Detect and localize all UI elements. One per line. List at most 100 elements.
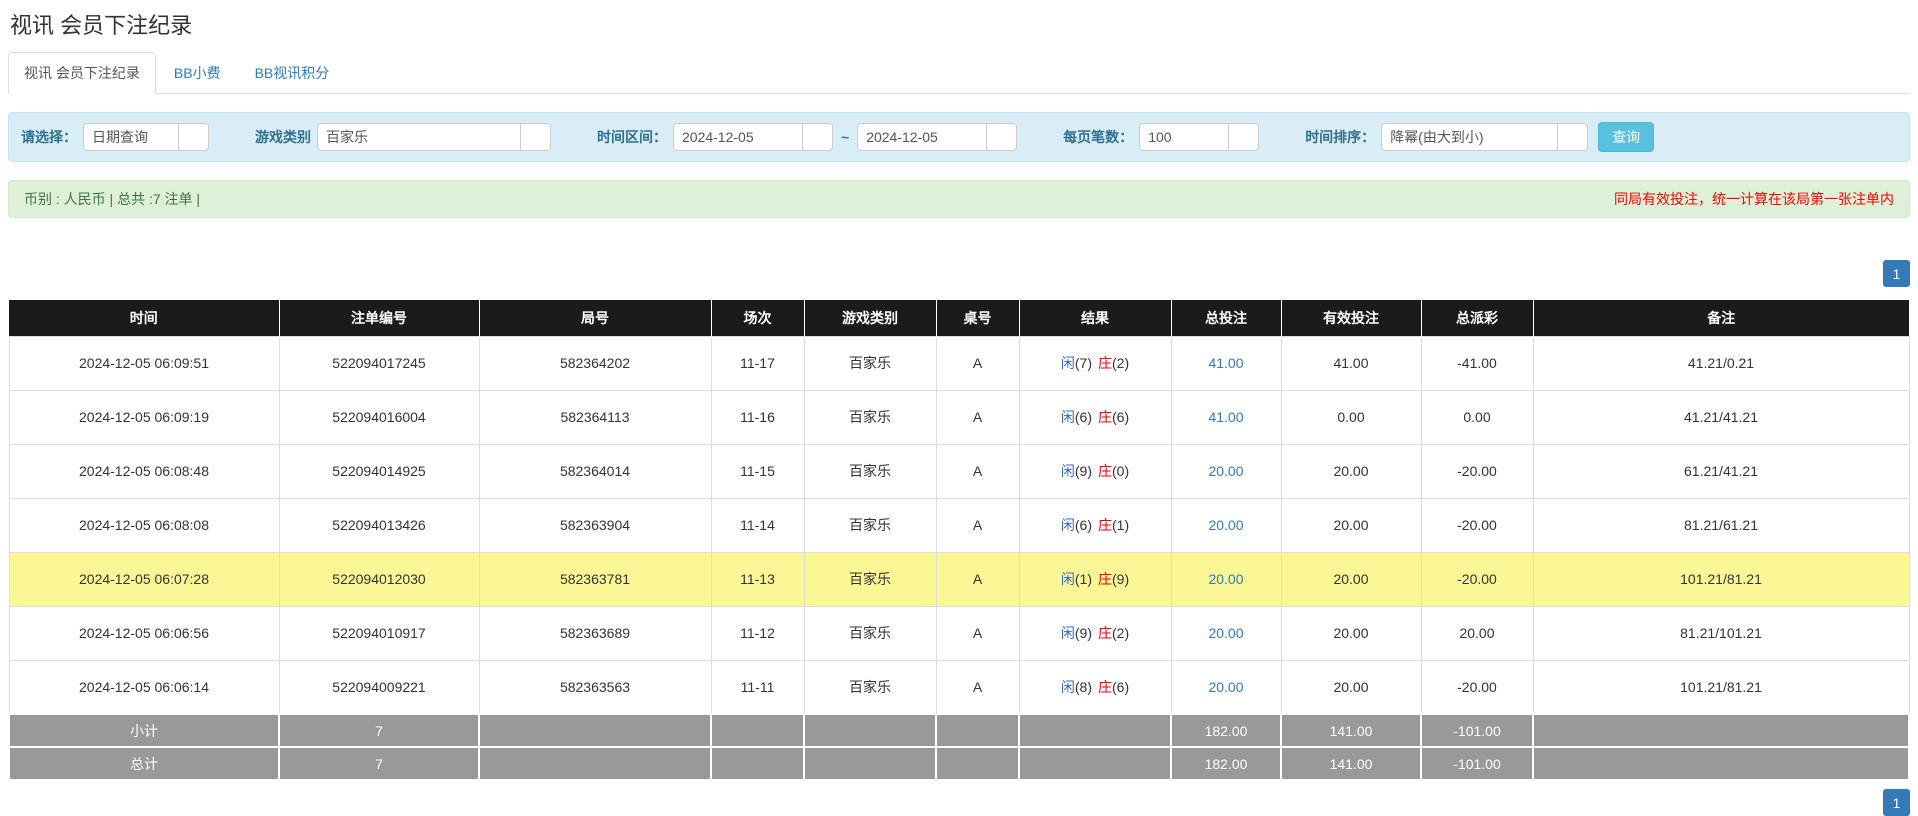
column-header: 场次 xyxy=(711,300,804,336)
query-type-input[interactable] xyxy=(83,123,179,151)
cell-payout: -20.00 xyxy=(1421,498,1533,552)
cell-table-no: A xyxy=(936,498,1019,552)
cell-round-id: 582364113 xyxy=(479,390,711,444)
cell-result: 闲(9)庄(2) xyxy=(1019,606,1171,660)
bet-records-table: 时间注单编号局号场次游戏类别桌号结果总投注有效投注总派彩备注 2024-12-0… xyxy=(8,300,1910,781)
cell-bet-id: 522094016004 xyxy=(279,390,479,444)
date-from-picker-box[interactable] xyxy=(803,123,833,151)
table-row: 2024-12-05 06:08:48 522094014925 5823640… xyxy=(9,444,1909,498)
cell-total-bet: 41.00 xyxy=(1171,336,1281,390)
column-header: 总投注 xyxy=(1171,300,1281,336)
cell-round-id: 582363563 xyxy=(479,660,711,714)
cell-time: 2024-12-05 06:09:19 xyxy=(9,390,279,444)
filter-panel: 请选择： 游戏类别 时间区间： ~ 每页笔数： 时间排序： 查询 xyxy=(8,112,1910,162)
cell-game-type: 百家乐 xyxy=(804,606,936,660)
total-bet-link[interactable]: 41.00 xyxy=(1208,409,1243,425)
result-player-label: 闲 xyxy=(1061,679,1075,695)
cell-valid-bet: 20.00 xyxy=(1281,606,1421,660)
cell-session: 11-17 xyxy=(711,336,804,390)
result-banker-label: 庄 xyxy=(1098,571,1112,587)
cell-game-type: 百家乐 xyxy=(804,336,936,390)
tab-bb-video-points[interactable]: BB视讯积分 xyxy=(239,52,346,94)
cell-result: 闲(9)庄(0) xyxy=(1019,444,1171,498)
cell-bet-id: 522094013426 xyxy=(279,498,479,552)
cell-total-bet: 20.00 xyxy=(1171,498,1281,552)
cell-time: 2024-12-05 06:07:28 xyxy=(9,552,279,606)
pagination-top: 1 xyxy=(8,260,1910,287)
cell-bet-id: 522094009221 xyxy=(279,660,479,714)
query-type-dropdown-box[interactable] xyxy=(179,123,209,151)
column-header: 注单编号 xyxy=(279,300,479,336)
subtotal-row: 小计 7 182.00 141.00 -101.00 xyxy=(9,714,1909,747)
column-header: 时间 xyxy=(9,300,279,336)
table-row: 2024-12-05 06:06:56 522094010917 5823636… xyxy=(9,606,1909,660)
cell-game-type: 百家乐 xyxy=(804,390,936,444)
result-banker-value: (9) xyxy=(1112,571,1129,587)
summary-currency-count: 币别 : 人民币 | 总共 :7 注单 | xyxy=(24,189,200,209)
query-type-label: 请选择： xyxy=(21,127,77,147)
result-player-value: (9) xyxy=(1075,463,1092,479)
game-type-dropdown-box[interactable] xyxy=(521,123,551,151)
tab-bb-video-points-label[interactable]: BB视讯积分 xyxy=(239,52,346,94)
cell-session: 11-16 xyxy=(711,390,804,444)
tab-bb-tips[interactable]: BB小费 xyxy=(158,52,237,94)
result-banker-value: (1) xyxy=(1112,517,1129,533)
tab-video-bet-records[interactable]: 视讯 会员下注纪录 xyxy=(8,52,156,94)
cell-table-no: A xyxy=(936,606,1019,660)
date-from-input[interactable] xyxy=(673,123,803,151)
result-player-value: (9) xyxy=(1075,625,1092,641)
result-player-label: 闲 xyxy=(1061,463,1075,479)
total-bet-link[interactable]: 20.00 xyxy=(1208,517,1243,533)
cell-valid-bet: 20.00 xyxy=(1281,552,1421,606)
search-button[interactable]: 查询 xyxy=(1598,122,1654,152)
result-player-value: (1) xyxy=(1075,571,1092,587)
cell-session: 11-13 xyxy=(711,552,804,606)
cell-total-bet: 20.00 xyxy=(1171,660,1281,714)
cell-game-type: 百家乐 xyxy=(804,498,936,552)
total-valid-bet: 141.00 xyxy=(1281,747,1421,780)
total-bet-link[interactable]: 20.00 xyxy=(1208,679,1243,695)
cell-game-type: 百家乐 xyxy=(804,660,936,714)
total-bet-link[interactable]: 41.00 xyxy=(1208,355,1243,371)
cell-game-type: 百家乐 xyxy=(804,552,936,606)
cell-time: 2024-12-05 06:08:48 xyxy=(9,444,279,498)
cell-valid-bet: 20.00 xyxy=(1281,660,1421,714)
cell-valid-bet: 0.00 xyxy=(1281,390,1421,444)
total-bet-link[interactable]: 20.00 xyxy=(1208,463,1243,479)
sort-order-dropdown-box[interactable] xyxy=(1558,123,1588,151)
cell-total-bet: 20.00 xyxy=(1171,552,1281,606)
result-banker-value: (2) xyxy=(1112,625,1129,641)
subtotal-count: 7 xyxy=(279,714,479,747)
cell-note: 81.21/61.21 xyxy=(1533,498,1909,552)
total-bet-link[interactable]: 20.00 xyxy=(1208,571,1243,587)
column-header: 备注 xyxy=(1533,300,1909,336)
sort-order-input[interactable] xyxy=(1381,123,1558,151)
table-row: 2024-12-05 06:08:08 522094013426 5823639… xyxy=(9,498,1909,552)
cell-table-no: A xyxy=(936,552,1019,606)
page-1-button[interactable]: 1 xyxy=(1883,260,1910,287)
cell-round-id: 582364014 xyxy=(479,444,711,498)
subtotal-label: 小计 xyxy=(9,714,279,747)
column-header: 桌号 xyxy=(936,300,1019,336)
total-payout: -101.00 xyxy=(1421,747,1533,780)
pagination-bottom: 1 xyxy=(8,789,1910,816)
cell-payout: -20.00 xyxy=(1421,552,1533,606)
tab-video-bet-records-label[interactable]: 视讯 会员下注纪录 xyxy=(8,52,156,94)
page-container: 视讯 会员下注纪录 视讯 会员下注纪录 BB小费 BB视讯积分 请选择： 游戏类… xyxy=(0,8,1918,816)
page-1-button-bottom[interactable]: 1 xyxy=(1883,789,1910,816)
cell-payout: -20.00 xyxy=(1421,444,1533,498)
cell-total-bet: 20.00 xyxy=(1171,606,1281,660)
page-title: 视讯 会员下注纪录 xyxy=(10,8,1910,40)
date-to-input[interactable] xyxy=(857,123,987,151)
per-page-dropdown-box[interactable] xyxy=(1229,123,1259,151)
total-row: 总计 7 182.00 141.00 -101.00 xyxy=(9,747,1909,780)
per-page-label: 每页笔数： xyxy=(1063,127,1133,147)
cell-result: 闲(8)庄(6) xyxy=(1019,660,1171,714)
tab-bb-tips-label[interactable]: BB小费 xyxy=(158,52,237,94)
total-bet-link[interactable]: 20.00 xyxy=(1208,625,1243,641)
game-type-input[interactable] xyxy=(317,123,521,151)
cell-note: 101.21/81.21 xyxy=(1533,552,1909,606)
column-header: 结果 xyxy=(1019,300,1171,336)
date-to-picker-box[interactable] xyxy=(987,123,1017,151)
per-page-input[interactable] xyxy=(1139,123,1229,151)
